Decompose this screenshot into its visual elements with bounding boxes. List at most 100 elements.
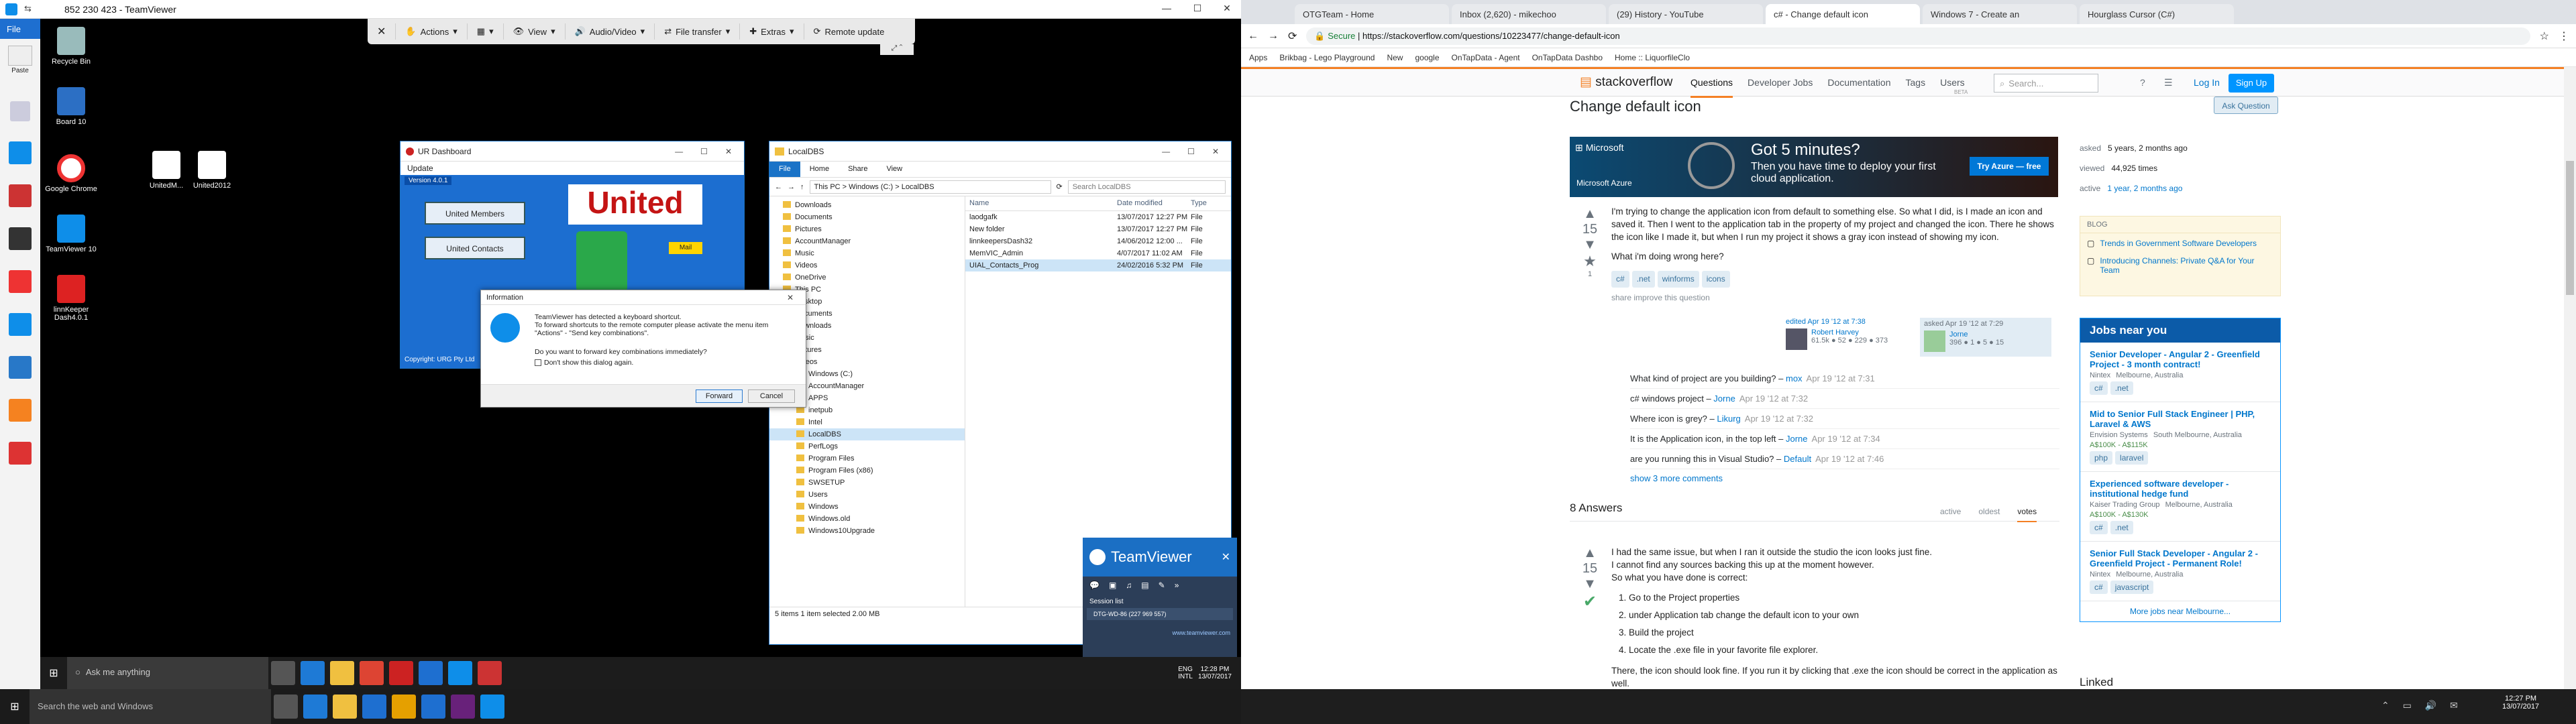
nav-item[interactable]: Music	[769, 247, 965, 259]
more-jobs-link[interactable]: More jobs near Melbourne...	[2080, 601, 2280, 621]
toolbar-view[interactable]: 👁 View ▾	[504, 23, 566, 40]
forward-button[interactable]: Forward	[696, 389, 743, 403]
nav-item[interactable]: AccountManager	[769, 235, 965, 247]
nav-questions[interactable]: Questions	[1690, 77, 1733, 98]
refresh-icon[interactable]: ⟳	[1288, 29, 1297, 43]
job-listing[interactable]: Mid to Senior Full Stack Engineer | PHP,…	[2080, 402, 2280, 472]
tag[interactable]: laravel	[2115, 451, 2149, 465]
sort-active[interactable]: active	[1940, 507, 1961, 522]
close-icon[interactable]: ✕	[718, 147, 739, 156]
edge-icon[interactable]	[301, 661, 325, 685]
bookmark[interactable]: Home :: LiquorfileClo	[1615, 53, 1690, 62]
stackoverflow-logo[interactable]: ▤ stackoverflow	[1580, 74, 1672, 90]
nav-item[interactable]: Pictures	[769, 223, 965, 235]
ribbon-home[interactable]: Home	[800, 162, 839, 177]
desktop-icon[interactable]: Board 10	[44, 87, 98, 126]
close-icon[interactable]: ✕	[1220, 3, 1234, 16]
cortana-search[interactable]: ○ Ask me anything	[67, 657, 268, 689]
browser-tab[interactable]: c# - Change default icon	[1766, 4, 1920, 24]
site-switcher-icon[interactable]: ☰	[2164, 77, 2173, 88]
site-search[interactable]: ⌕ Search...	[1994, 74, 2098, 93]
favorite-icon[interactable]: ★	[1570, 253, 1610, 270]
bookmark[interactable]: OnTapData - Agent	[1452, 53, 1520, 62]
dont-show-checkbox[interactable]	[535, 359, 541, 366]
comment-user[interactable]: Default	[1784, 454, 1811, 464]
browser-tab[interactable]: Hourglass Cursor (C#)	[2080, 4, 2234, 24]
back-icon[interactable]: ←	[775, 183, 782, 191]
edge-icon[interactable]	[303, 695, 327, 719]
url-bar[interactable]: 🔒 Secure | https://stackoverflow.com/que…	[1306, 27, 2530, 45]
teamviewer-icon[interactable]	[480, 695, 504, 719]
tag[interactable]: icons	[1701, 271, 1730, 288]
teamviewer2-icon[interactable]	[9, 313, 32, 336]
edited-timestamp[interactable]: edited Apr 19 '12 at 7:38	[1786, 318, 1909, 326]
forward-icon[interactable]: →	[1268, 30, 1279, 42]
file-row[interactable]: linnkeepersDash32 14/06/2012 12:00 ... Fil…	[965, 235, 1231, 247]
word-icon[interactable]	[419, 661, 443, 685]
page-scrollbar[interactable]	[2564, 67, 2576, 689]
tag[interactable]: winforms	[1657, 271, 1699, 288]
forward-icon[interactable]: →	[788, 183, 795, 191]
tag[interactable]: c#	[2090, 381, 2108, 395]
address-bar[interactable]: This PC > Windows (C:) > LocalDBS	[809, 180, 1051, 194]
desktop-icon[interactable]: linnKeeper Dash4.0.1	[44, 275, 98, 322]
nav-item[interactable]: Documents	[769, 211, 965, 223]
nav-item[interactable]: LocalDBS	[769, 428, 965, 440]
nav-item[interactable]: Windows	[769, 501, 965, 513]
file-row[interactable]: MemVIC_Admin 4/07/2017 11:02 AM File	[965, 247, 1231, 259]
job-listing[interactable]: Senior Developer - Angular 2 - Greenfiel…	[2080, 343, 2280, 402]
downvote-icon[interactable]: ▼	[1570, 237, 1610, 253]
comment-user[interactable]: Jorne	[1713, 394, 1735, 404]
vscode-icon[interactable]	[9, 356, 32, 379]
outlook-icon[interactable]	[362, 695, 386, 719]
avatar[interactable]	[1924, 330, 1945, 352]
desktop-icon[interactable]: Recycle Bin	[44, 27, 98, 66]
teamviewer-icon[interactable]	[448, 661, 472, 685]
job-title[interactable]: Senior Full Stack Developer - Angular 2 …	[2090, 548, 2271, 568]
file-icon[interactable]: ▤	[1141, 581, 1148, 591]
nav-item[interactable]: Program Files	[769, 452, 965, 465]
close-icon[interactable]: ✕	[780, 293, 800, 302]
tag[interactable]: .net	[2110, 521, 2133, 534]
job-title[interactable]: Mid to Senior Full Stack Engineer | PHP,…	[2090, 409, 2271, 429]
tag[interactable]: javascript	[2110, 581, 2154, 594]
toolbar-file-transfer[interactable]: ⇄ File transfer ▾	[655, 23, 741, 40]
sort-oldest[interactable]: oldest	[1978, 507, 2000, 522]
bookmark[interactable]: google	[1415, 53, 1439, 62]
tag[interactable]: .net	[2110, 381, 2133, 395]
session-item[interactable]: DTG-WD-86 (227 969 557)	[1087, 608, 1233, 620]
audio-icon[interactable]: ♫	[1126, 581, 1132, 591]
comment-user[interactable]: mox	[1786, 373, 1803, 383]
menu-icon[interactable]: ⋮	[2559, 29, 2569, 43]
sort-votes[interactable]: votes	[2017, 507, 2037, 522]
toolbar-grid[interactable]: ▦ ▾	[468, 23, 504, 40]
star-icon[interactable]: ☆	[2540, 29, 2549, 43]
ppt-icon[interactable]	[360, 661, 384, 685]
close-icon[interactable]: ✕	[1222, 550, 1230, 564]
bookmark[interactable]: Apps	[1249, 53, 1267, 62]
job-title[interactable]: Experienced software developer - institu…	[2090, 479, 2271, 499]
tag[interactable]: c#	[2090, 521, 2108, 534]
login-link[interactable]: Log In	[2194, 77, 2220, 88]
close-icon[interactable]: ✕	[1205, 147, 1226, 156]
up-icon[interactable]: ↑	[800, 183, 804, 191]
file-row[interactable]: laodgafk 13/07/2017 12:27 PM File	[965, 211, 1231, 223]
filezilla-icon[interactable]	[9, 184, 32, 207]
toolbar-actions[interactable]: ✋ Actions ▾	[396, 23, 468, 40]
mail-button[interactable]: Mail	[669, 242, 702, 254]
blog-link[interactable]: Introducing Channels: Private Q&A for Yo…	[2100, 256, 2273, 275]
tag[interactable]: .net	[1631, 271, 1655, 288]
nav-documentation[interactable]: Documentation	[1827, 77, 1890, 98]
task-view-icon[interactable]	[271, 661, 295, 685]
fullscreen-icon[interactable]: ⤢ ⌃	[880, 44, 914, 55]
blog-link[interactable]: Trends in Government Software Developers	[2100, 239, 2257, 248]
nav-item[interactable]: PerfLogs	[769, 440, 965, 452]
vlc-icon[interactable]	[9, 399, 32, 422]
nav-item[interactable]: Users	[769, 489, 965, 501]
nav-item[interactable]: Program Files (x86)	[769, 465, 965, 477]
clock[interactable]: 12:28 PM 13/07/2017	[1198, 666, 1241, 680]
word-icon[interactable]	[421, 695, 445, 719]
acrobat-icon[interactable]	[389, 661, 413, 685]
web-search-box[interactable]: Search the web and Windows	[30, 689, 271, 724]
desktop-file[interactable]: United2012	[185, 151, 239, 190]
